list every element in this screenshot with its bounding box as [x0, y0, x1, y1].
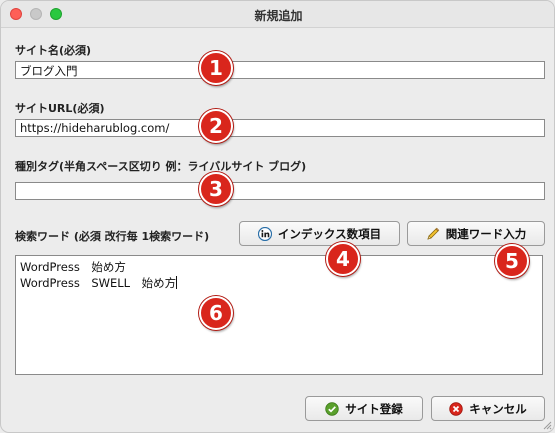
- index-items-button-label: インデックス数項目: [277, 226, 382, 241]
- site-url-input[interactable]: https://hideharublog.com/: [15, 119, 545, 137]
- annotation-badge-1: 1: [199, 51, 233, 85]
- annotation-badge-2: 2: [199, 109, 233, 143]
- text-caret: [176, 276, 178, 289]
- x-circle-icon: [449, 401, 463, 416]
- cancel-button[interactable]: キャンセル: [431, 396, 545, 421]
- index-items-button[interactable]: インデックス数項目: [239, 221, 400, 246]
- site-url-label: サイトURL(必須): [15, 102, 105, 115]
- pencil-icon: [426, 227, 440, 241]
- window-title: 新規追加: [254, 9, 303, 23]
- cancel-button-label: キャンセル: [469, 401, 527, 416]
- annotation-badge-6: 6: [199, 296, 233, 330]
- keyword-line: WordPress SWELL 始め方: [20, 276, 177, 290]
- keyword-line: WordPress 始め方: [20, 260, 126, 274]
- new-site-dialog: 新規追加 サイト名(必須) ブログ入門 サイトURL(必須) https://h…: [0, 0, 555, 433]
- resize-grip[interactable]: [542, 420, 552, 430]
- annotation-badge-5: 5: [495, 244, 529, 278]
- related-words-button-label: 関連ワード入力: [445, 226, 527, 241]
- keywords-label: 検索ワード (必須 改行毎 1検索ワード): [15, 230, 210, 243]
- site-name-label: サイト名(必須): [15, 44, 92, 57]
- annotation-badge-4: 4: [326, 242, 360, 276]
- check-circle-icon: [325, 401, 339, 416]
- keywords-textarea[interactable]: WordPress 始め方 WordPress SWELL 始め方: [15, 255, 543, 375]
- register-site-button-label: サイト登録: [345, 401, 403, 416]
- keyword-line-with-caret: WordPress SWELL 始め方: [20, 275, 538, 291]
- title-bar: 新規追加: [1, 1, 554, 28]
- annotation-badge-3: 3: [199, 172, 233, 206]
- site-name-input[interactable]: ブログ入門: [15, 61, 545, 79]
- register-site-button[interactable]: サイト登録: [305, 396, 423, 421]
- type-tags-label: 種別タグ(半角スペース区切り 例：ライバルサイト ブログ): [15, 160, 307, 173]
- related-words-button[interactable]: 関連ワード入力: [407, 221, 545, 246]
- type-tags-input[interactable]: [15, 182, 545, 200]
- linkedin-in-icon: [257, 226, 273, 241]
